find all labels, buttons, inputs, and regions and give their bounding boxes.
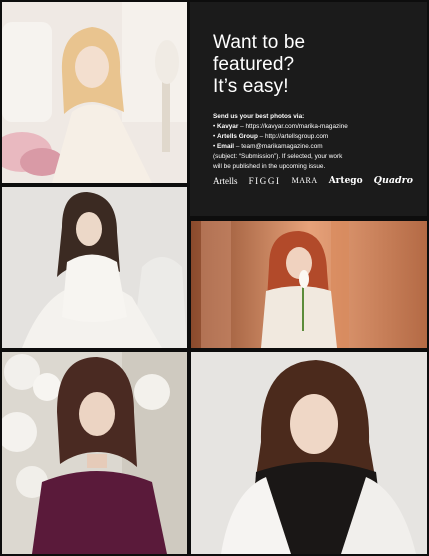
logo-figgi: FIGGI — [248, 175, 281, 186]
artells-link[interactable]: – http://artellsgroup.com — [258, 133, 329, 140]
photo-woman-purple-top-orchids — [2, 352, 187, 554]
bullet: • — [213, 133, 216, 140]
email-row: • Email – team@marikamagazine.com — [213, 142, 413, 152]
logo-mara: MARA — [291, 176, 318, 185]
artells-label: Artells Group — [217, 133, 258, 140]
photo-redhead-with-calla-lily — [191, 221, 427, 348]
photo-woman-white-dress-armchair — [2, 187, 187, 348]
headline-line-1: Want to be — [213, 32, 306, 53]
headline-line-3: It’s easy! — [213, 76, 289, 97]
kavyar-link[interactable]: – https://kavyar.com/marika-magazine — [238, 123, 348, 130]
partner-logos: Artells FIGGI MARA Artego Quadro — [213, 175, 413, 186]
bullet: • — [213, 143, 216, 150]
bullet: • — [213, 123, 216, 130]
feature-callout-panel: Want to be featured? It’s easy! Send us … — [190, 2, 427, 216]
photo-blonde-woman-white-room — [2, 2, 187, 183]
kavyar-label: Kavyar — [217, 123, 239, 130]
logo-artells: Artells — [213, 175, 238, 186]
email-link[interactable]: – team@marikamagazine.com — [234, 143, 323, 150]
note-line-2: will be published in the upcoming issue. — [213, 163, 326, 170]
submission-intro: Send us your best photos via: — [213, 113, 305, 120]
email-label: Email — [217, 143, 235, 150]
kavyar-row: • Kavyar – https://kavyar.com/marika-mag… — [213, 122, 413, 132]
headline-line-2: featured? — [213, 54, 295, 75]
logo-quadro: Quadro — [373, 175, 413, 186]
artells-row: • Artells Group – http://artellsgroup.co… — [213, 132, 413, 142]
photo-brunette-white-coat — [191, 352, 427, 554]
logo-artego: Artego — [328, 175, 363, 186]
headline: Want to be featured? It’s easy! — [213, 32, 413, 98]
submission-info: Send us your best photos via: • Kavyar –… — [213, 112, 413, 172]
note-line-1: (subject: “Submission”). If selected, yo… — [213, 153, 343, 160]
